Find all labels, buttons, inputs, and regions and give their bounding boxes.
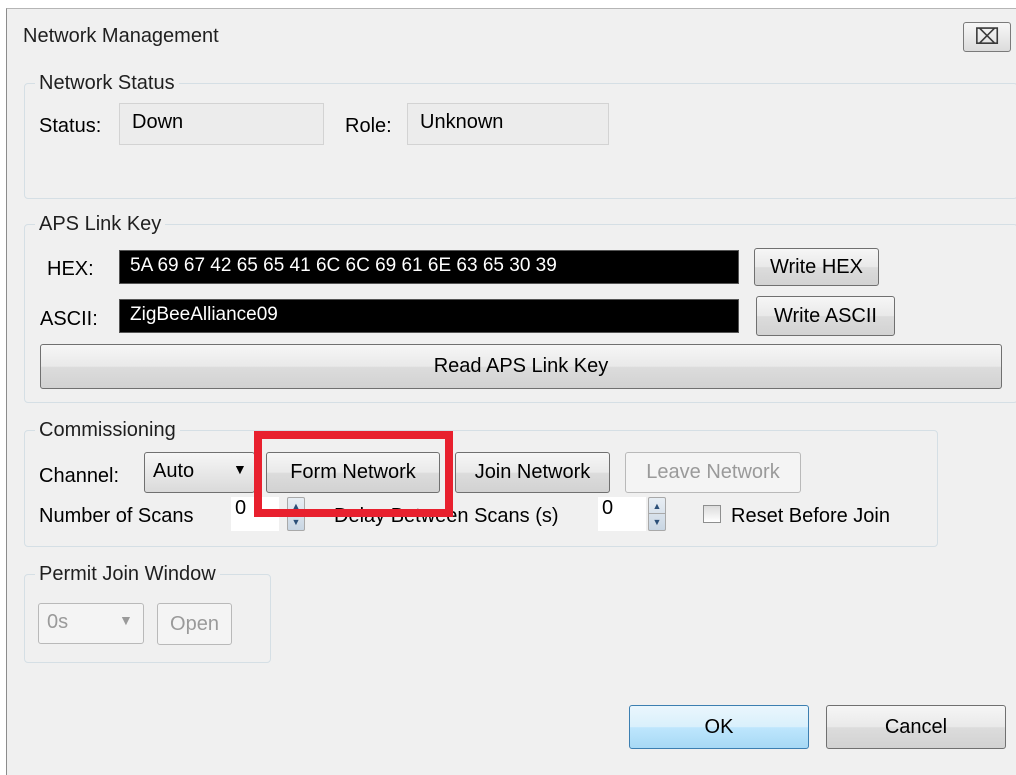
permit-join-duration-select[interactable]: 0s ▼	[38, 603, 144, 644]
network-status-legend: Network Status	[39, 72, 175, 94]
delay-between-scans-input[interactable]: 0	[598, 497, 646, 531]
title-bar: Network Management ⌧	[7, 9, 1016, 61]
close-icon: ⌧	[974, 24, 1000, 49]
channel-select[interactable]: Auto ▼	[144, 452, 255, 493]
spin-down-icon[interactable]: ▼	[649, 514, 665, 530]
write-hex-button[interactable]: Write HEX	[754, 248, 879, 286]
reset-before-join-checkbox[interactable]	[703, 505, 721, 523]
role-value: Unknown	[407, 103, 609, 145]
reset-before-join-label: Reset Before Join	[731, 505, 890, 527]
ok-button[interactable]: OK	[629, 705, 809, 749]
chevron-down-icon: ▼	[119, 612, 133, 628]
permit-join-duration-value: 0s	[47, 611, 69, 633]
permit-join-window-legend: Permit Join Window	[39, 563, 216, 585]
ascii-key-input[interactable]: ZigBeeAlliance09	[119, 299, 739, 333]
delay-between-scans-stepper[interactable]: ▲ ▼	[648, 497, 666, 531]
number-of-scans-label: Number of Scans	[39, 505, 194, 527]
window-title: Network Management	[23, 25, 219, 47]
spin-up-icon[interactable]: ▲	[649, 498, 665, 514]
annotation-highlight-box	[254, 431, 453, 517]
cancel-button[interactable]: Cancel	[826, 705, 1006, 749]
hex-key-input[interactable]: 5A 69 67 42 65 65 41 6C 6C 69 61 6E 63 6…	[119, 250, 739, 284]
close-button[interactable]: ⌧	[963, 22, 1011, 52]
open-button[interactable]: Open	[157, 603, 232, 645]
channel-value: Auto	[153, 460, 195, 482]
aps-link-key-legend: APS Link Key	[39, 213, 162, 235]
role-label: Role:	[345, 115, 392, 137]
chevron-down-icon: ▼	[233, 461, 247, 477]
ascii-label: ASCII:	[40, 308, 98, 330]
status-label: Status:	[39, 115, 102, 137]
status-value: Down	[119, 103, 324, 145]
delay-between-scans-value: 0	[602, 497, 614, 519]
channel-label: Channel:	[39, 465, 120, 487]
write-ascii-button[interactable]: Write ASCII	[756, 296, 895, 336]
leave-network-button[interactable]: Leave Network	[625, 452, 801, 493]
join-network-button[interactable]: Join Network	[455, 452, 610, 493]
number-of-scans-value: 0	[235, 497, 247, 519]
hex-label: HEX:	[47, 258, 94, 280]
read-aps-link-key-button[interactable]: Read APS Link Key	[40, 344, 1002, 389]
commissioning-legend: Commissioning	[39, 419, 176, 441]
